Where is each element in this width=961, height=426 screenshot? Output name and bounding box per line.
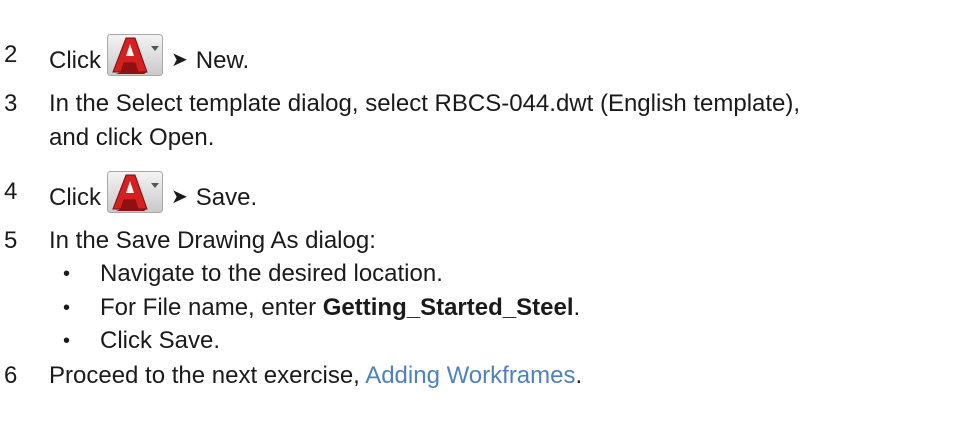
bullet-icon: • [63,263,71,285]
bullet-icon: • [63,297,71,319]
arrow-icon: ➤ [171,49,188,71]
step-text: In the Save Drawing As dialog: [49,227,376,254]
step-number: 3 [4,90,18,117]
bullet-text: For File name, enter [100,294,323,321]
autocad-application-menu-icon[interactable] [107,34,163,76]
step-text: Save. [195,184,258,211]
document-page: 2 Click ➤ New. 3 In the Select template … [0,0,961,426]
step-text: Click [49,184,101,211]
step-text-line1: In the Select template dialog, select RB… [49,90,801,117]
step-number: 5 [4,227,18,254]
bullet-text: . [573,294,581,321]
step-text: Proceed to the next exercise, [49,362,366,389]
step-text-line2: and click Open. [49,124,215,151]
step-text: New. [195,47,250,74]
autocad-application-menu-icon[interactable] [107,171,163,213]
adding-workframes-link[interactable]: Adding Workframes [365,362,575,389]
step-number: 6 [4,362,18,389]
step-text: . [575,362,583,389]
arrow-icon: ➤ [171,186,188,208]
bullet-text: Click Save. [100,327,221,354]
step-text: Click [49,47,101,74]
step-number: 2 [4,41,18,68]
file-name-value: Getting_Started_Steel [322,294,574,321]
bullet-text: Navigate to the desired location. [100,260,443,287]
bullet-icon: • [63,330,71,352]
step-number: 4 [4,178,18,205]
